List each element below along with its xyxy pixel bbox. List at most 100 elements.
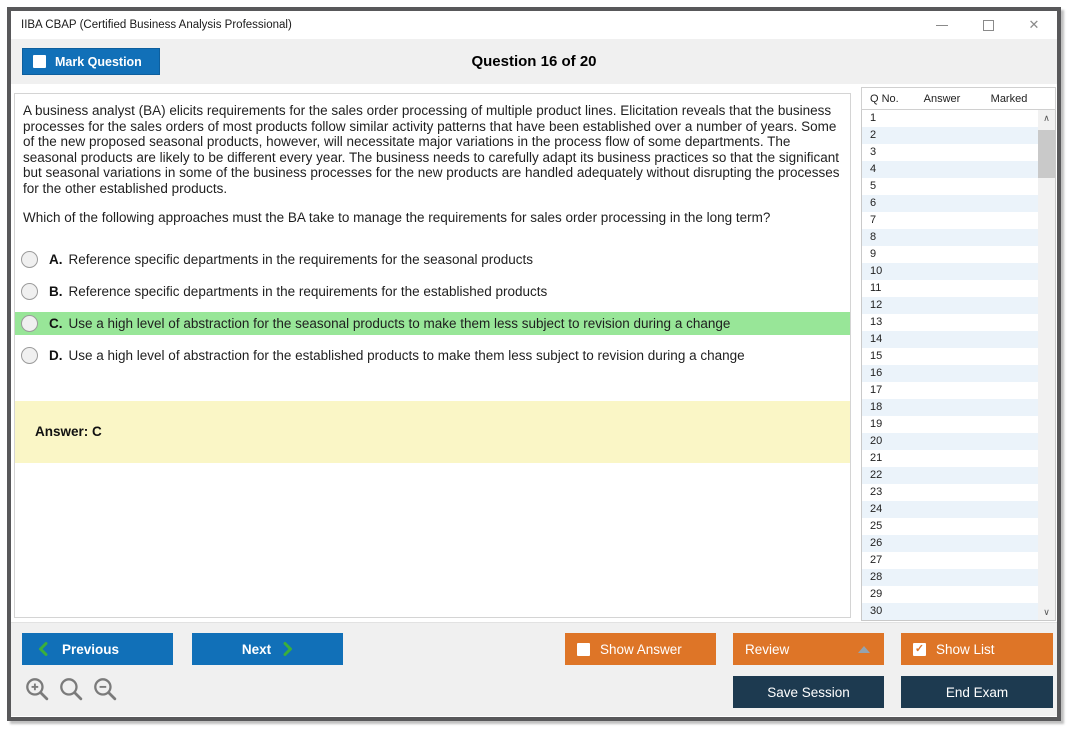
option-c[interactable]: C. Use a high level of abstraction for th… (15, 312, 850, 335)
maximize-button[interactable] (965, 11, 1011, 39)
scrollbar-thumb[interactable] (1038, 130, 1055, 178)
question-list-row[interactable]: 20 (862, 433, 1038, 450)
question-list-row[interactable]: 28 (862, 569, 1038, 586)
header-bar: Mark Question Question 16 of 20 (11, 39, 1057, 84)
question-list-row[interactable]: 3 (862, 144, 1038, 161)
question-counter: Question 16 of 20 (11, 53, 1057, 70)
column-marked: Marked (970, 93, 1048, 105)
option-d[interactable]: D. Use a high level of abstraction for th… (15, 344, 850, 367)
question-list: 1234567891011121314151617181920212223242… (862, 110, 1038, 620)
previous-label: Previous (62, 642, 119, 657)
question-list-row[interactable]: 23 (862, 484, 1038, 501)
question-list-row[interactable]: 18 (862, 399, 1038, 416)
end-exam-button[interactable]: End Exam (901, 676, 1053, 708)
question-list-row[interactable]: 16 (862, 365, 1038, 382)
show-answer-button[interactable]: Show Answer (565, 633, 716, 665)
question-list-row[interactable]: 19 (862, 416, 1038, 433)
sidebar-header: Q No. Answer Marked (861, 87, 1056, 110)
minimize-icon (936, 25, 948, 26)
scroll-up-icon[interactable]: ∧ (1038, 110, 1055, 126)
answer-box: Answer: C (15, 401, 850, 463)
show-answer-label: Show Answer (600, 642, 682, 657)
question-list-row[interactable]: 6 (862, 195, 1038, 212)
sidebar-scrollbar[interactable]: ∧ ∨ (1038, 110, 1055, 620)
options-list: A. Reference specific departments in the … (15, 248, 850, 367)
mark-question-checkbox[interactable] (33, 55, 46, 68)
option-letter: C. (49, 316, 63, 331)
question-list-row[interactable]: 1 (862, 110, 1038, 127)
option-text: Use a high level of abstraction for the … (69, 348, 745, 363)
zoom-out-icon[interactable] (93, 677, 118, 702)
question-list-row[interactable]: 21 (862, 450, 1038, 467)
show-list-button[interactable]: ✓ Show List (901, 633, 1053, 665)
mark-question-label: Mark Question (55, 55, 142, 69)
radio-button-icon[interactable] (21, 283, 38, 300)
question-list-row[interactable]: 26 (862, 535, 1038, 552)
show-list-checkbox[interactable]: ✓ (913, 643, 926, 656)
question-list-row[interactable]: 30 (862, 603, 1038, 620)
option-text: Use a high level of abstraction for the … (69, 316, 731, 331)
maximize-icon (983, 20, 994, 31)
option-text: Reference specific departments in the re… (69, 284, 548, 299)
scroll-down-icon[interactable]: ∨ (1038, 604, 1055, 620)
radio-button-icon[interactable] (21, 315, 38, 332)
option-letter: B. (49, 284, 63, 299)
question-list-row[interactable]: 10 (862, 263, 1038, 280)
answer-label: Answer: C (15, 424, 102, 439)
main-area: A business analyst (BA) elicits requirem… (11, 84, 1057, 622)
question-list-row[interactable]: 4 (862, 161, 1038, 178)
radio-button-icon[interactable] (21, 347, 38, 364)
question-list-row[interactable]: 15 (862, 348, 1038, 365)
question-list-sidebar: Q No. Answer Marked 12345678910111213141… (861, 87, 1056, 622)
column-qno: Q No. (862, 93, 914, 105)
question-list-row[interactable]: 27 (862, 552, 1038, 569)
left-chevron-icon (38, 642, 48, 656)
close-button[interactable]: ✕ (1011, 11, 1057, 39)
review-label: Review (745, 642, 789, 657)
option-letter: D. (49, 348, 63, 363)
option-letter: A. (49, 252, 63, 267)
save-session-button[interactable]: Save Session (733, 676, 884, 708)
zoom-controls (25, 677, 118, 702)
show-answer-checkbox[interactable] (577, 643, 590, 656)
window-title: IIBA CBAP (Certified Business Analysis P… (11, 19, 292, 31)
end-exam-label: End Exam (946, 685, 1008, 700)
question-list-row[interactable]: 8 (862, 229, 1038, 246)
option-text: Reference specific departments in the re… (69, 252, 534, 267)
question-list-row[interactable]: 9 (862, 246, 1038, 263)
previous-button[interactable]: Previous (22, 633, 173, 665)
question-panel: A business analyst (BA) elicits requirem… (14, 93, 851, 618)
footer-bar: Previous Next Show Answer Review ✓ Show … (11, 622, 1057, 716)
next-label: Next (242, 642, 271, 657)
question-list-row[interactable]: 2 (862, 127, 1038, 144)
question-list-box: 1234567891011121314151617181920212223242… (861, 110, 1056, 621)
question-list-row[interactable]: 24 (862, 501, 1038, 518)
question-list-row[interactable]: 12 (862, 297, 1038, 314)
zoom-in-icon[interactable] (25, 677, 50, 702)
question-list-row[interactable]: 17 (862, 382, 1038, 399)
question-prompt: Which of the following approaches must t… (23, 210, 840, 226)
question-list-row[interactable]: 22 (862, 467, 1038, 484)
next-button[interactable]: Next (192, 633, 343, 665)
close-icon: ✕ (1029, 17, 1040, 33)
question-list-row[interactable]: 25 (862, 518, 1038, 535)
right-chevron-icon (283, 642, 293, 656)
option-a[interactable]: A. Reference specific departments in the … (15, 248, 850, 271)
column-answer: Answer (914, 93, 970, 105)
question-list-row[interactable]: 7 (862, 212, 1038, 229)
question-list-row[interactable]: 11 (862, 280, 1038, 297)
show-list-label: Show List (936, 642, 995, 657)
question-list-row[interactable]: 5 (862, 178, 1038, 195)
radio-button-icon[interactable] (21, 251, 38, 268)
minimize-button[interactable] (919, 11, 965, 39)
review-button[interactable]: Review (733, 633, 884, 665)
zoom-icon[interactable] (59, 677, 84, 702)
question-list-row[interactable]: 29 (862, 586, 1038, 603)
question-list-row[interactable]: 13 (862, 314, 1038, 331)
question-list-row[interactable]: 14 (862, 331, 1038, 348)
window-controls: ✕ (919, 11, 1057, 39)
app-window: IIBA CBAP (Certified Business Analysis P… (7, 7, 1061, 721)
question-paragraph: A business analyst (BA) elicits requirem… (23, 103, 840, 196)
mark-question-button[interactable]: Mark Question (22, 48, 160, 75)
option-b[interactable]: B. Reference specific departments in the … (15, 280, 850, 303)
